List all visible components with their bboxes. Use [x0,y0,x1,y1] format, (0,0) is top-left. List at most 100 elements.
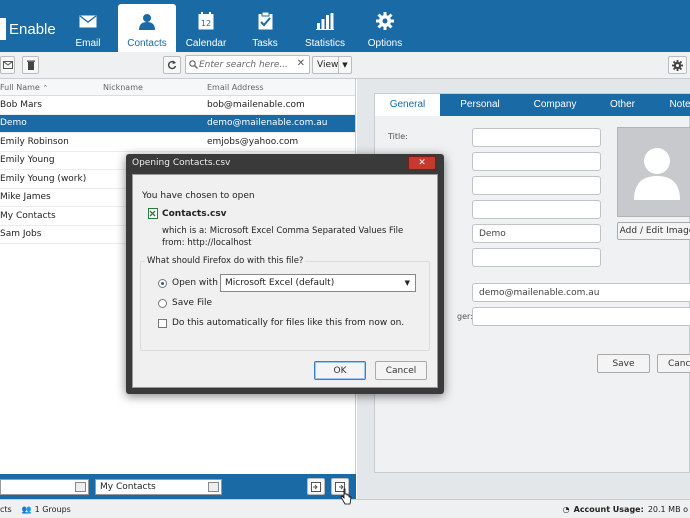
title-label: Title: [388,132,408,141]
chevron-down-icon [208,482,219,492]
nav-label: Tasks [252,38,278,49]
list-row[interactable]: Emily Robinson emjobs@yahoo.com [0,133,355,152]
clear-search-icon[interactable]: ✕ [297,58,305,69]
search-input[interactable]: Enter search here... ✕ [185,55,310,74]
nav-calendar[interactable]: 12 Calendar [177,4,235,52]
tab-note[interactable]: Note [655,94,690,116]
delete-button[interactable] [22,56,39,74]
auto-option[interactable]: Do this automatically for files like thi… [158,318,404,328]
contacts-count: cts [0,504,12,514]
save-button[interactable]: Save [597,354,650,373]
top-nav: Enable Email Contacts 12 Calendar Tasks … [0,0,690,52]
save-file-option[interactable]: Save File [158,298,212,308]
avatar [617,127,690,217]
cancel-dialog-button[interactable]: Cancel [375,361,427,380]
column-header-nickname[interactable]: Nickname [103,83,207,92]
bar-chart-icon [316,12,334,30]
nav-options[interactable]: Options [356,4,414,52]
search-icon [189,60,198,69]
application-select[interactable]: Microsoft Excel (default) ▼ [220,274,416,292]
chevron-down-icon: ▼ [404,279,410,287]
envelope-icon [79,14,97,27]
add-edit-image-button[interactable]: Add / Edit Image [617,222,690,240]
save-file-radio[interactable] [158,298,167,308]
groups-count: 1 Groups [34,504,71,514]
cancel-button[interactable]: Cance [657,354,690,373]
tab-other[interactable]: Other [595,94,650,116]
nav-email[interactable]: Email [59,4,117,52]
folder-select[interactable]: My Contacts [95,479,222,495]
calendar-icon: 12 [198,12,214,30]
display-name-field[interactable]: Demo [472,224,601,243]
chevron-down-icon [75,482,86,492]
nav-label: Email [75,38,101,49]
action-group: What should Firefox do with this file? O… [140,256,430,351]
intro-text: You have chosen to open [142,191,255,201]
email-field[interactable]: demo@mailenable.com.au [472,283,690,302]
sort-ascending-icon: ⌃ [42,83,49,92]
group-select[interactable] [0,479,89,495]
nav-label: Contacts [127,38,167,49]
auto-checkbox[interactable] [158,318,167,328]
manager-label: ger: [457,312,473,321]
person-icon [139,13,155,30]
column-header-full-name[interactable]: Full Name ⌃ [0,83,103,92]
title-field[interactable] [472,128,601,147]
nav-tasks[interactable]: Tasks [236,4,294,52]
refresh-icon [167,60,177,70]
view-label: View [317,60,339,70]
nav-label: Calendar [185,38,227,49]
manager-field[interactable] [472,307,690,326]
open-file-dialog: Opening Contacts.csv ✕ You have chosen t… [126,154,444,394]
gear-icon [672,59,683,71]
refresh-button[interactable] [163,56,181,74]
email-contact-button[interactable] [0,56,15,74]
tab-personal[interactable]: Personal [445,94,515,116]
group-legend: What should Firefox do with this file? [145,256,306,266]
clipboard-check-icon [258,12,272,30]
column-header-email[interactable]: Email Address [207,83,355,92]
close-button[interactable]: ✕ [408,156,436,170]
settings-button[interactable] [668,56,687,74]
nav-contacts[interactable]: Contacts [118,4,176,52]
cursor-icon [340,488,352,505]
group-icon: 👥 [21,504,32,514]
usage-value: 20.1 MB o [647,504,688,514]
middle-name-field[interactable] [472,176,601,195]
tab-general[interactable]: General [375,94,440,116]
file-source-row: from: http://localhost [162,238,252,248]
app-logo: Enable [0,14,56,44]
nav-statistics[interactable]: Statistics [295,4,355,52]
dialog-title: Opening Contacts.csv [132,158,231,168]
excel-file-icon [148,208,158,219]
file-name: Contacts.csv [148,208,227,219]
list-footer: My Contacts [0,474,356,499]
open-with-radio[interactable] [158,278,167,288]
ok-button[interactable]: OK [314,361,366,380]
pie-chart-icon: ◔ [562,504,570,514]
person-placeholder-icon [634,148,680,200]
list-row[interactable]: Bob Mars bob@mailenable.com [0,96,355,115]
list-row[interactable]: Demo demo@mailenable.com.au [0,114,355,133]
list-header: Full Name ⌃ Nickname Email Address [0,79,355,96]
tab-company[interactable]: Company [520,94,590,116]
envelope-icon [2,61,13,69]
gear-icon [376,12,394,30]
file-type-row: which is a: Microsoft Excel Comma Separa… [162,226,404,236]
nav-label: Statistics [304,38,345,49]
open-with-option[interactable]: Open with [158,278,218,288]
usage-label: Account Usage: [573,504,644,514]
nickname-field[interactable] [472,248,601,267]
import-button[interactable] [307,478,325,495]
last-name-field[interactable] [472,200,601,219]
svg-text:12: 12 [201,19,211,28]
nav-label: Options [367,38,403,49]
detail-tabs: General Personal Company Other Note [375,94,690,116]
first-name-field[interactable] [472,152,601,171]
chevron-down-icon: ▼ [338,57,351,73]
trash-icon [26,60,35,70]
dialog-body: You have chosen to open Contacts.csv whi… [132,174,438,388]
view-dropdown[interactable]: View ▼ [312,56,352,74]
search-placeholder: Enter search here... [199,59,289,70]
close-icon: ✕ [418,158,426,168]
